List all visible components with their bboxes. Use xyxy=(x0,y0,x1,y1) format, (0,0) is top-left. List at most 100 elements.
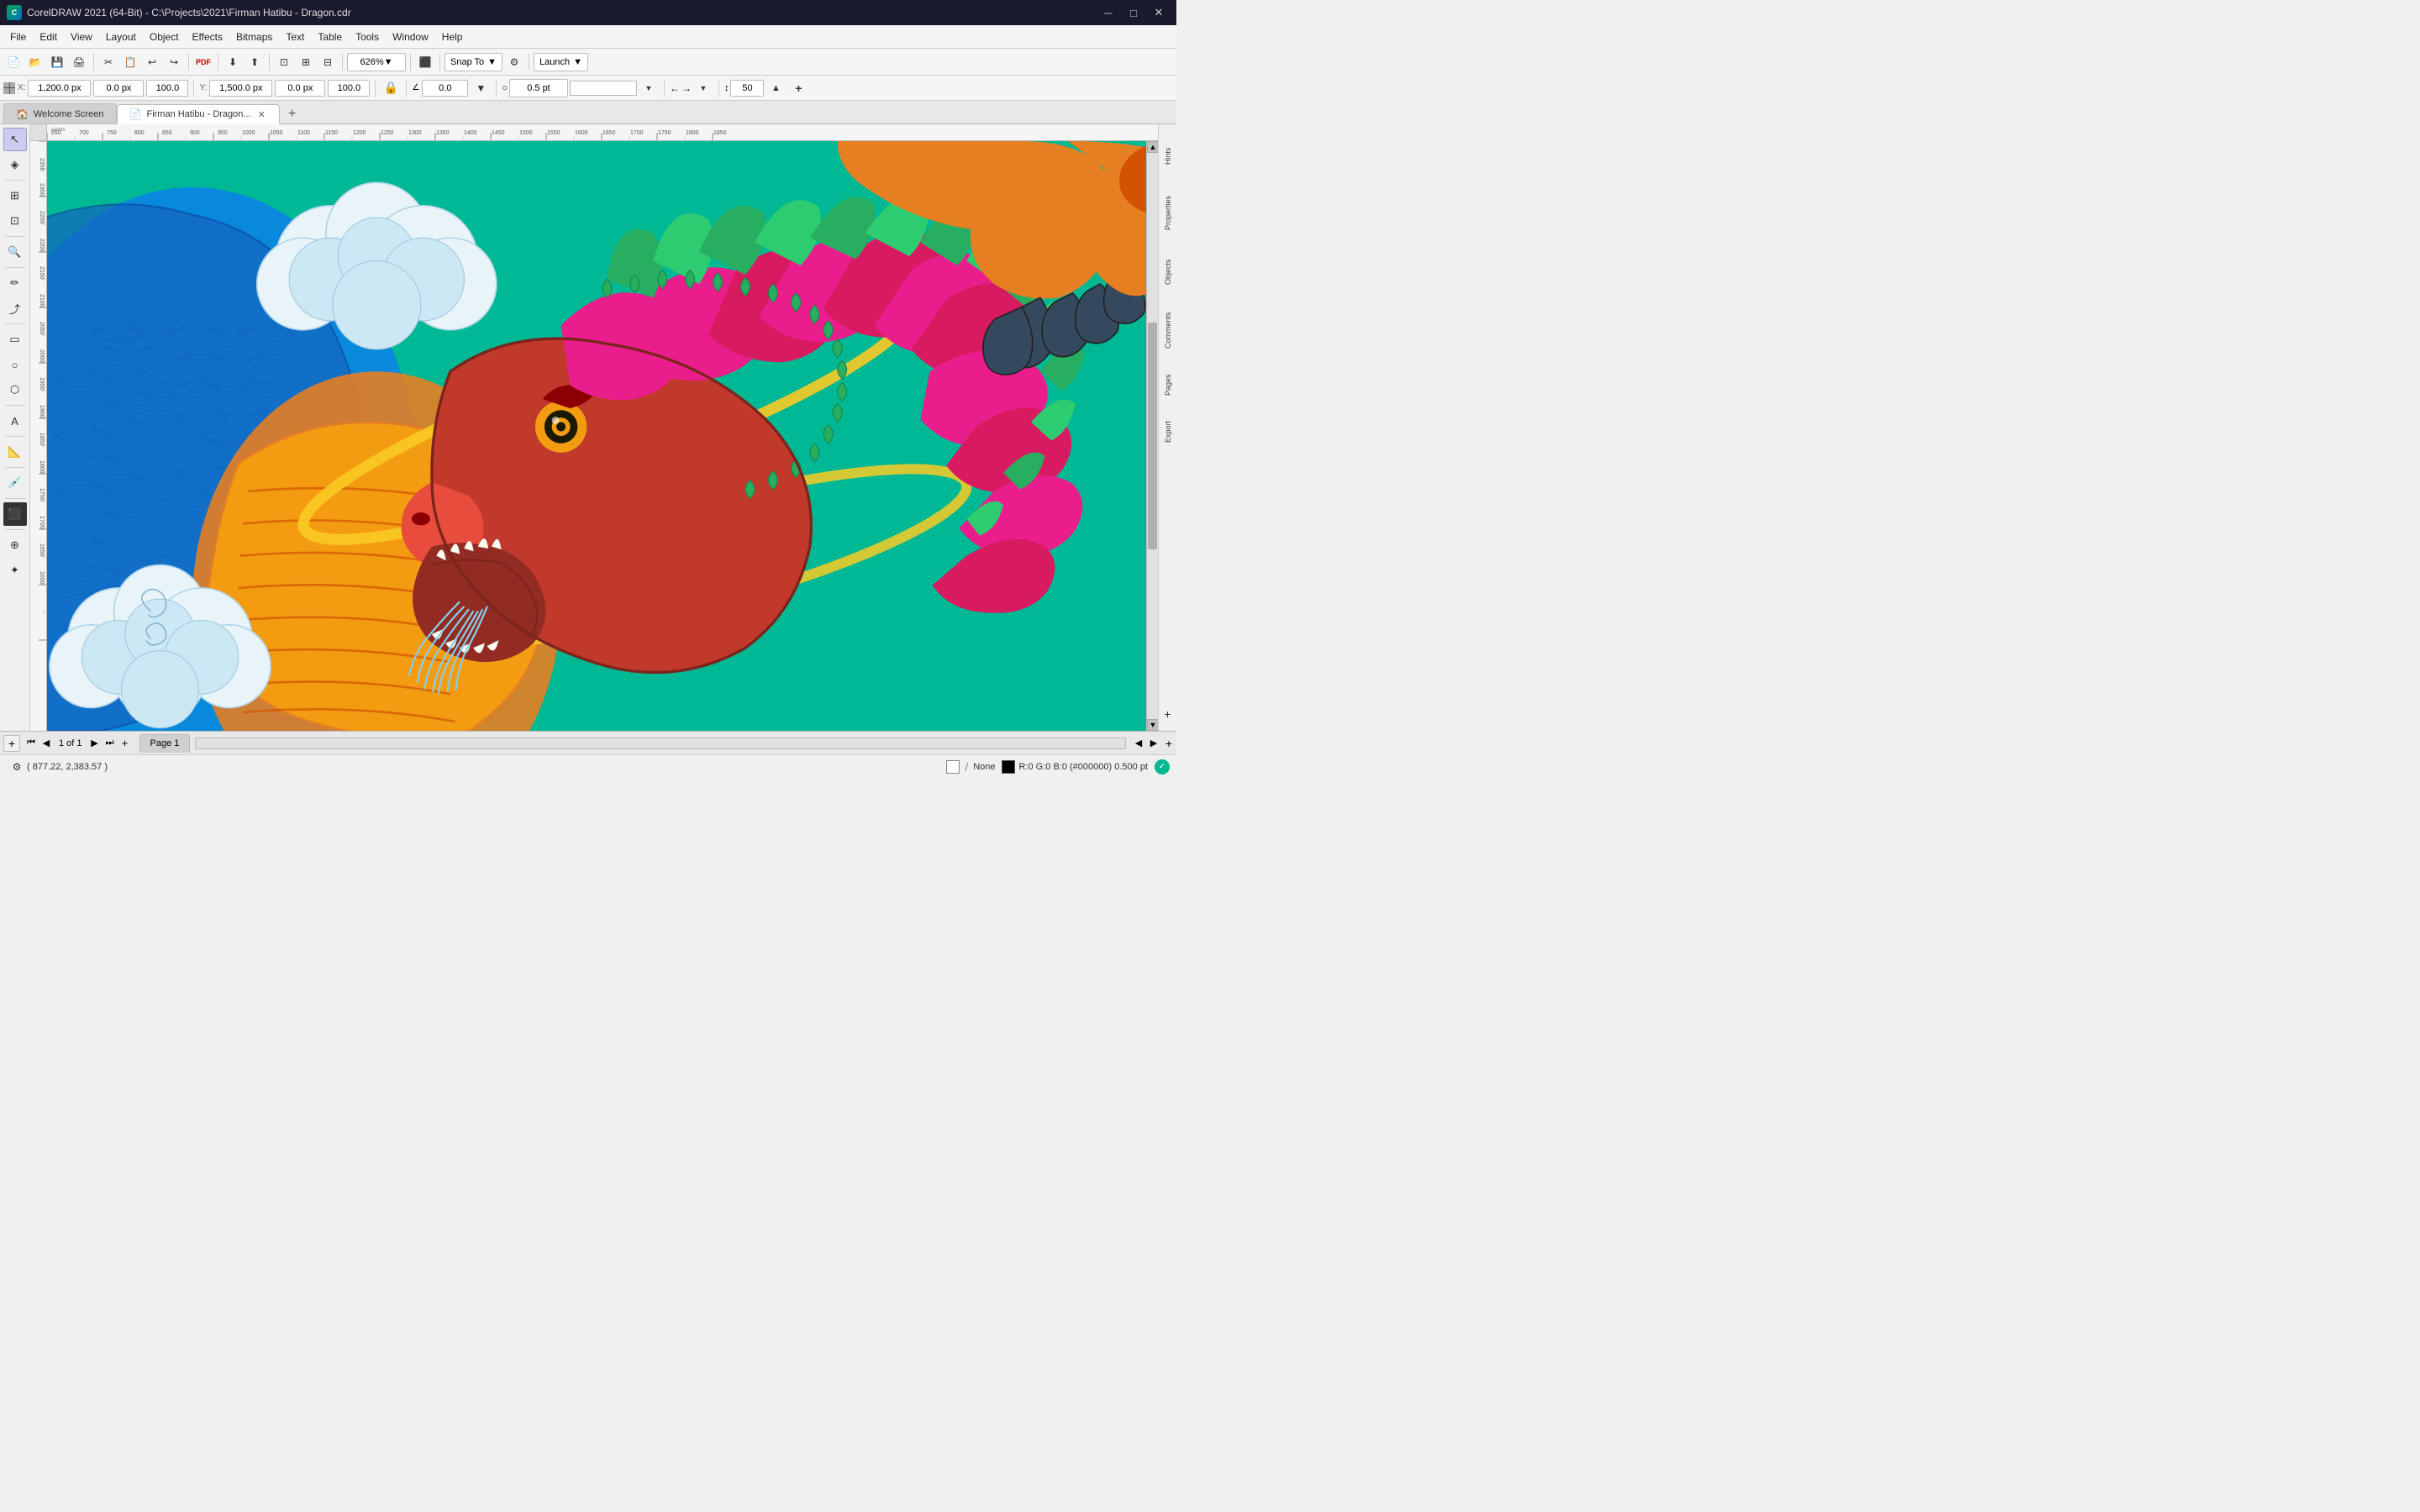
rectangle-tool-button[interactable]: ▭ xyxy=(3,328,27,351)
stroke-pattern-box[interactable] xyxy=(570,81,637,96)
angle-input[interactable] xyxy=(422,80,468,97)
next-page-button[interactable]: ▶ xyxy=(87,736,103,751)
add-control[interactable]: + xyxy=(788,78,808,98)
x3-input[interactable] xyxy=(146,80,188,97)
menu-file[interactable]: File xyxy=(3,29,33,45)
horizontal-scrollbar[interactable] xyxy=(195,738,1126,749)
minimize-button[interactable]: ─ xyxy=(1097,5,1119,20)
menu-layout[interactable]: Layout xyxy=(99,29,143,45)
snap-settings-button[interactable]: ⚙ xyxy=(504,52,524,72)
new-button[interactable]: 📄 xyxy=(3,52,24,72)
maximize-button[interactable]: □ xyxy=(1123,5,1144,20)
size-up[interactable]: ▲ xyxy=(765,78,786,98)
scroll-left-button[interactable]: ◀ xyxy=(1131,736,1146,751)
ellipse-tool-button[interactable]: ○ xyxy=(3,353,27,376)
cut-button[interactable]: ✂ xyxy=(98,52,118,72)
add-page-button[interactable]: + xyxy=(3,735,20,752)
y3-input[interactable] xyxy=(328,80,370,97)
menu-effects[interactable]: Effects xyxy=(186,29,229,45)
prev-page-button[interactable]: ◀ xyxy=(39,736,54,751)
vertical-scrollbar[interactable]: ▲ ▼ xyxy=(1146,141,1158,731)
pages-panel-button[interactable]: Pages xyxy=(1160,362,1176,408)
redo-button[interactable]: ↪ xyxy=(164,52,184,72)
grid-icon xyxy=(3,82,15,94)
menu-edit[interactable]: Edit xyxy=(33,29,64,45)
eyedrop-tool-button[interactable]: 💉 xyxy=(3,471,27,495)
lock-ratio-button[interactable]: 🔒 xyxy=(381,78,401,98)
view-options-button[interactable]: ⊡ xyxy=(274,52,294,72)
tab-close-button[interactable]: ✕ xyxy=(256,109,267,120)
zoom-level[interactable]: 626% ▼ xyxy=(347,53,406,71)
polygon-tool-button[interactable]: ⬡ xyxy=(3,378,27,402)
stroke-dropdown[interactable]: ▼ xyxy=(639,78,659,98)
scroll-up-button[interactable]: ▲ xyxy=(1147,141,1158,153)
x-input[interactable] xyxy=(28,80,91,97)
comments-panel-button[interactable]: Comments xyxy=(1160,299,1176,362)
tab-welcome[interactable]: 🏠 Welcome Screen xyxy=(3,103,117,123)
fill-tool-button[interactable]: ⬛ xyxy=(3,502,27,526)
scroll-thumb[interactable] xyxy=(1148,323,1157,549)
tab-dragon[interactable]: 📄 Firman Hatibu - Dragon... ✕ xyxy=(117,104,280,124)
text-tool-button[interactable]: A xyxy=(3,409,27,433)
last-page-button[interactable]: ⏭ xyxy=(103,736,118,751)
save-button[interactable]: 💾 xyxy=(47,52,67,72)
add-page-end-button[interactable]: + xyxy=(118,736,133,751)
import-button[interactable]: ⬇ xyxy=(223,52,243,72)
select-tool-button[interactable]: ↖ xyxy=(3,128,27,151)
smart-draw-button[interactable]: ⤴ xyxy=(3,297,27,320)
close-button[interactable]: ✕ xyxy=(1148,5,1170,20)
stroke-icon: ○ xyxy=(502,83,508,93)
transform-tool-button[interactable]: ⊞ xyxy=(3,184,27,207)
zoom-in-canvas-button[interactable]: + xyxy=(1161,736,1176,751)
menu-object[interactable]: Object xyxy=(143,29,186,45)
menu-help[interactable]: Help xyxy=(435,29,470,45)
undo-button[interactable]: ↩ xyxy=(142,52,162,72)
properties-panel-button[interactable]: Properties xyxy=(1160,181,1176,244)
interact-tool-button[interactable]: ⊕ xyxy=(3,533,27,557)
copy-button[interactable]: 📋 xyxy=(120,52,140,72)
svg-text:2050: 2050 xyxy=(39,322,45,335)
view-full-button[interactable]: ⬛ xyxy=(415,52,435,72)
align-button[interactable]: ⊟ xyxy=(318,52,338,72)
launch-dropdown[interactable]: Launch ▼ xyxy=(534,53,588,71)
export-panel-button[interactable]: Export xyxy=(1160,408,1176,454)
canvas-area[interactable]: 650 700 750 800 850 900 950 1000 1050 11… xyxy=(30,124,1158,731)
menu-window[interactable]: Window xyxy=(386,29,435,45)
drawing-canvas[interactable] xyxy=(47,141,1158,731)
crop-tool-button[interactable]: ⊡ xyxy=(3,209,27,233)
tab-add-button[interactable]: + xyxy=(283,105,302,123)
export-pdf-button[interactable]: PDF xyxy=(193,52,213,72)
size-input[interactable] xyxy=(730,80,764,97)
export-button[interactable]: ⬆ xyxy=(245,52,265,72)
stroke-size-box[interactable]: 0.5 pt xyxy=(509,79,568,97)
menu-view[interactable]: View xyxy=(64,29,99,45)
freehand-tool-button[interactable]: ✏ xyxy=(3,271,27,295)
arrow-dropdown[interactable]: ▼ xyxy=(693,78,713,98)
ruler-tool-button[interactable]: 📐 xyxy=(3,440,27,464)
angle-dropdown[interactable]: ▼ xyxy=(471,78,491,98)
scroll-right-button[interactable]: ▶ xyxy=(1146,736,1161,751)
y-input[interactable] xyxy=(209,80,272,97)
open-button[interactable]: 📂 xyxy=(25,52,45,72)
scroll-down-button[interactable]: ▼ xyxy=(1147,719,1158,731)
grid-button[interactable]: ⊞ xyxy=(296,52,316,72)
print-button[interactable]: 🖨 xyxy=(69,52,89,72)
x2-input[interactable] xyxy=(93,80,144,97)
add-panel-button[interactable]: + xyxy=(1158,704,1176,724)
first-page-button[interactable]: ⏮ xyxy=(24,736,39,751)
page-tab[interactable]: Page 1 xyxy=(139,734,191,753)
zoom-tool-button[interactable]: 🔍 xyxy=(3,240,27,264)
snap-to-dropdown[interactable]: Snap To ▼ xyxy=(445,53,502,71)
menu-bitmaps[interactable]: Bitmaps xyxy=(229,29,279,45)
menu-tools[interactable]: Tools xyxy=(349,29,386,45)
scroll-track xyxy=(1147,153,1158,719)
y2-input[interactable] xyxy=(275,80,325,97)
settings-button[interactable]: ⚙ xyxy=(7,757,27,777)
color-style-button[interactable]: ✦ xyxy=(3,559,27,582)
menu-text[interactable]: Text xyxy=(279,29,311,45)
node-tool-button[interactable]: ◈ xyxy=(3,153,27,176)
objects-panel-button[interactable]: Objects xyxy=(1160,244,1176,299)
hints-panel-button[interactable]: Hints xyxy=(1160,131,1176,181)
menu-table[interactable]: Table xyxy=(311,29,349,45)
svg-text:1750: 1750 xyxy=(658,130,671,136)
